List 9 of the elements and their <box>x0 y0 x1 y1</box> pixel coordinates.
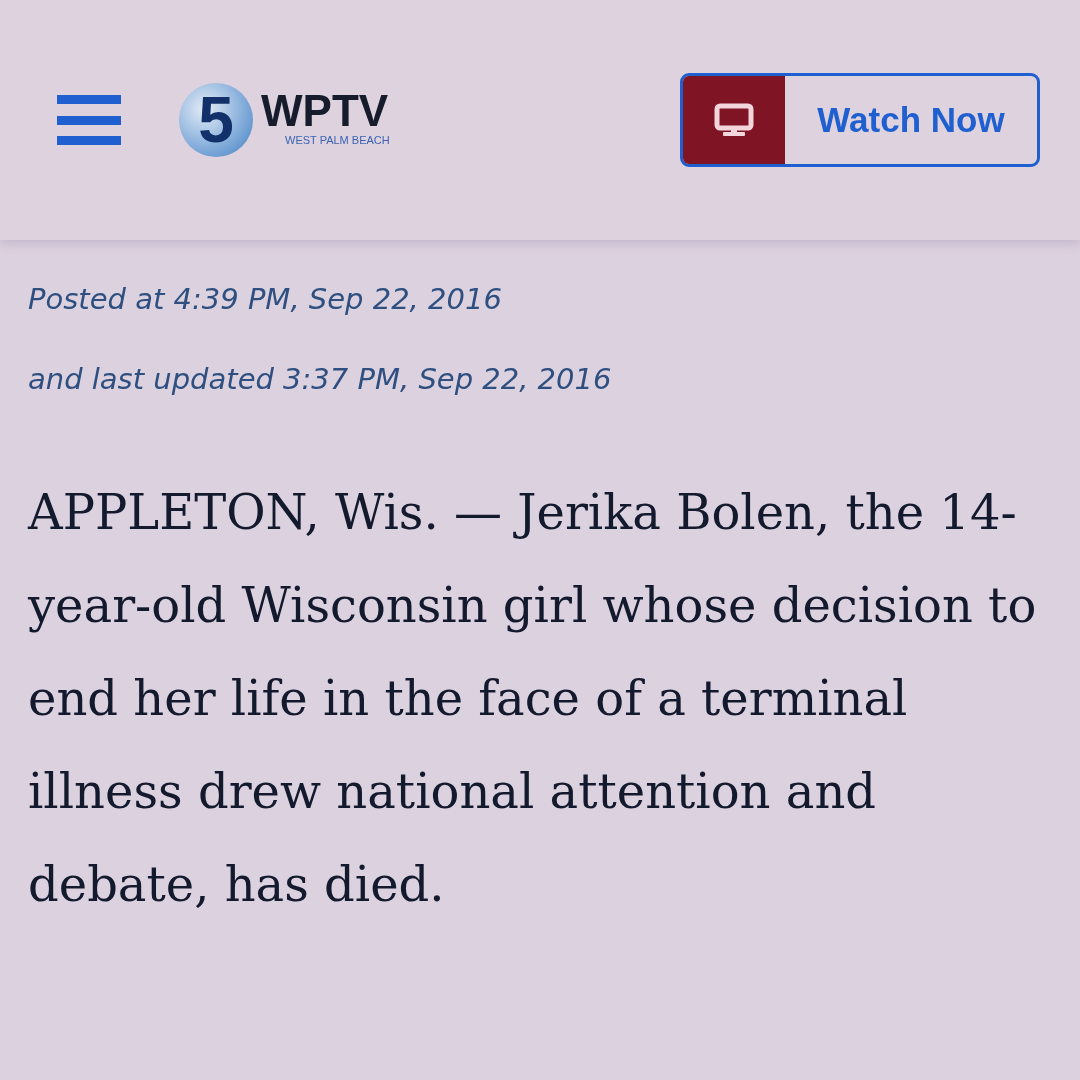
logo-mark[interactable]: 5 <box>179 83 253 157</box>
watch-now-button[interactable]: Watch Now <box>680 73 1040 167</box>
menu-icon[interactable] <box>57 95 121 145</box>
monitor-icon <box>714 103 754 137</box>
posted-date: Posted at 4:39 PM, Sep 22, 2016 <box>28 282 503 316</box>
updated-date: and last updated 3:37 PM, Sep 22, 2016 <box>28 362 613 396</box>
logo-tagline: WEST PALM BEACH <box>285 134 390 146</box>
logo-text[interactable]: WPTV <box>261 88 390 134</box>
article-paragraph: APPLETON, Wis. — Jerika Bolen, the 14-year-old Wisconsin girl whose decision to end her life in the face of a terminal illness drew national attention and debate, has died. <box>28 483 1038 914</box>
